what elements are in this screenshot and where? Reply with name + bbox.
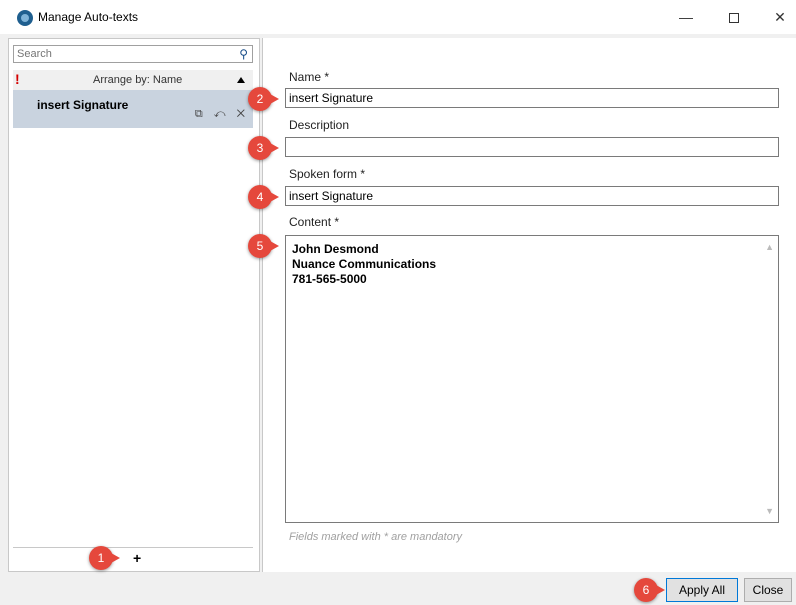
minimize-button[interactable]: — <box>672 6 700 28</box>
content-scrollbar[interactable]: ▲ ▼ <box>761 236 778 522</box>
content-line: Nuance Communications <box>292 257 437 271</box>
name-label: Name * <box>289 70 330 84</box>
mandatory-note: Fields marked with * are mandatory <box>289 531 463 543</box>
apply-all-button[interactable]: Apply All <box>666 578 738 602</box>
add-autotext-button[interactable]: + <box>133 550 141 566</box>
window-title: Manage Auto-texts <box>38 10 139 24</box>
content-line: John Desmond <box>292 242 379 256</box>
scroll-up-icon[interactable]: ▲ <box>765 242 774 252</box>
maximize-icon <box>729 13 739 24</box>
spoken-form-label: Spoken form * <box>289 167 366 181</box>
callout-marker-1: 1 <box>89 546 120 570</box>
callout-marker-5: 5 <box>248 234 279 258</box>
app-logo-icon <box>17 10 33 26</box>
callout-marker-2: 2 <box>248 87 279 111</box>
callout-marker-3: 3 <box>248 136 279 160</box>
arrange-by-label[interactable]: Arrange by: Name <box>93 74 182 86</box>
search-input[interactable] <box>14 46 232 62</box>
spoken-form-field[interactable]: insert Signature <box>285 186 779 206</box>
close-button[interactable]: Close <box>744 578 792 602</box>
mandatory-indicator-icon: ! <box>15 71 20 87</box>
description-field[interactable] <box>285 137 779 157</box>
arrange-by-header[interactable]: ! Arrange by: Name <box>13 70 253 90</box>
content-textarea[interactable]: John Desmond Nuance Communications 781-5… <box>285 235 779 523</box>
search-box: ⚲ <box>13 45 253 63</box>
content-line: 781-565-5000 <box>292 272 367 286</box>
maximize-button[interactable] <box>720 6 748 28</box>
close-window-button[interactable]: ✕ <box>766 6 794 28</box>
list-footer: + <box>13 547 253 567</box>
autotext-list-panel: ⚲ ! Arrange by: Name insert Signature ⧉ … <box>8 38 260 572</box>
sort-ascending-icon[interactable] <box>237 77 245 83</box>
list-item[interactable]: insert Signature ⧉ ↶ ✕ <box>13 90 253 128</box>
content-label: Content * <box>289 215 340 229</box>
scroll-down-icon[interactable]: ▼ <box>765 506 774 516</box>
content-text: John Desmond Nuance Communications 781-5… <box>292 242 436 287</box>
callout-marker-4: 4 <box>248 185 279 209</box>
item-actions-icons[interactable]: ⧉ ↶ ✕ <box>195 108 249 121</box>
name-field[interactable]: insert Signature <box>285 88 779 108</box>
callout-marker-6: 6 <box>634 578 665 602</box>
autotext-detail-panel: Name * insert Signature Description Spok… <box>262 38 796 572</box>
search-icon[interactable]: ⚲ <box>239 47 248 61</box>
description-label: Description <box>289 118 350 132</box>
list-item-label: insert Signature <box>37 98 129 112</box>
title-bar: Manage Auto-texts — ✕ <box>0 0 796 34</box>
